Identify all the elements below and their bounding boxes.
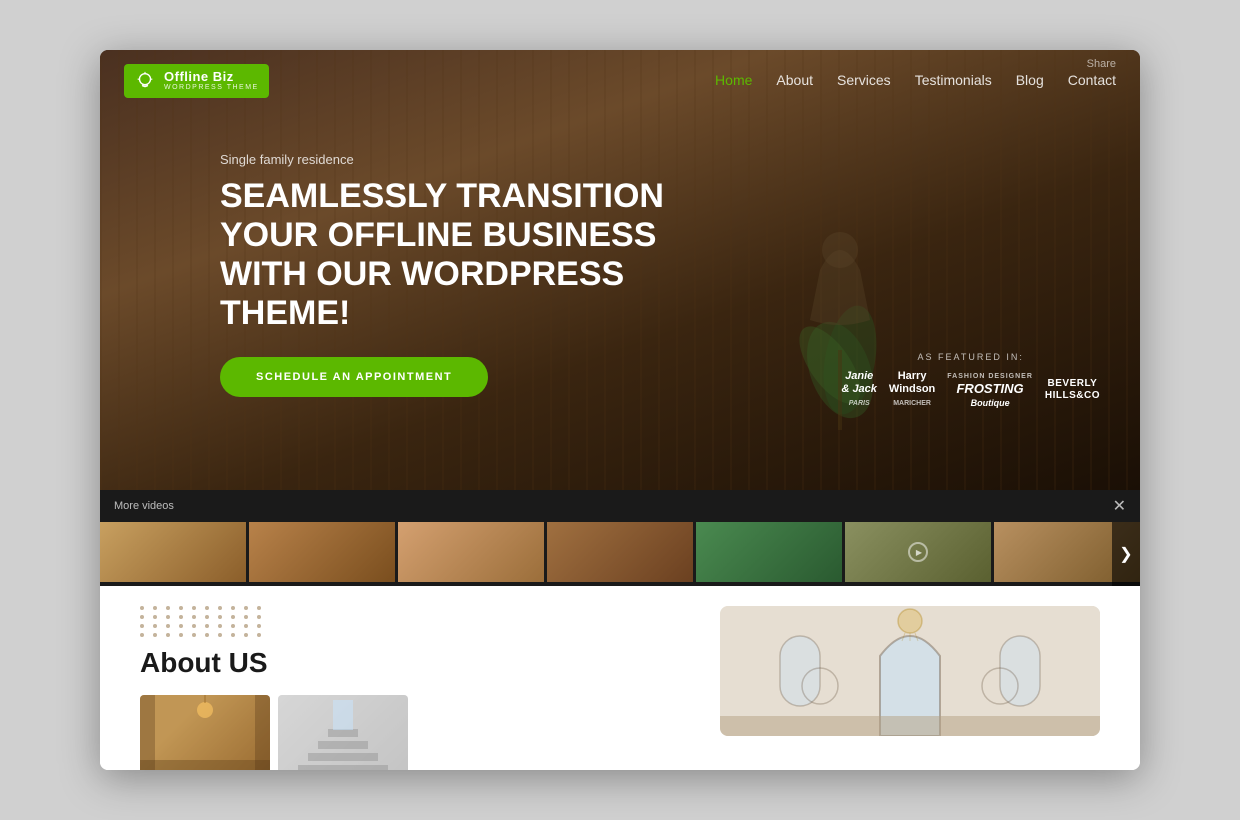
nav-item-blog[interactable]: Blog xyxy=(1016,72,1044,90)
logo-icon xyxy=(134,70,156,92)
thumbnail-3[interactable] xyxy=(398,522,544,582)
logo-text: Offline Biz WORDPRESS THEME xyxy=(164,70,259,92)
decorative-dot xyxy=(192,615,196,619)
logo-title: Offline Biz xyxy=(164,70,259,84)
about-right-image xyxy=(720,606,1100,736)
next-button[interactable]: ❯ xyxy=(1112,522,1140,586)
about-images xyxy=(140,695,680,770)
thumbnail-1[interactable] xyxy=(100,522,246,582)
about-right xyxy=(720,606,1100,770)
decorative-dot xyxy=(231,606,235,610)
decorative-dot xyxy=(205,615,209,619)
decorative-dot xyxy=(244,615,248,619)
hero-title: SEAMLESSLY TRANSITION YOUR OFFLINE BUSIN… xyxy=(220,177,680,333)
decorative-dot xyxy=(140,615,144,619)
thumbnail-4[interactable] xyxy=(547,522,693,582)
decorative-dot xyxy=(257,615,261,619)
decorative-dot xyxy=(218,606,222,610)
about-left: About US xyxy=(140,606,680,770)
decorative-dot xyxy=(166,606,170,610)
decorative-dot xyxy=(153,633,157,637)
nav-item-services[interactable]: Services xyxy=(837,72,891,90)
decorative-dot xyxy=(153,615,157,619)
decorative-dot xyxy=(166,624,170,628)
nav-links: Home About Services Testimonials Blog Co… xyxy=(715,72,1116,90)
decorative-dot xyxy=(140,624,144,628)
video-thumbnails: ▶ ❯ xyxy=(100,522,1140,586)
decorative-dot xyxy=(153,624,157,628)
decorative-dot xyxy=(192,606,196,610)
logo[interactable]: Offline Biz WORDPRESS THEME xyxy=(124,64,269,98)
decorative-dot xyxy=(192,624,196,628)
featured-section: AS FEATURED IN: Janie& JackPARIS HarryWi… xyxy=(841,352,1100,410)
brand-harry-windson: HarryWindsonMARICHER xyxy=(889,370,935,410)
decorative-dot xyxy=(244,606,248,610)
decorative-dot xyxy=(192,633,196,637)
about-image-1 xyxy=(140,695,270,770)
decorative-dot xyxy=(205,633,209,637)
about-section: About US xyxy=(100,586,1140,770)
video-strip: More videos ✕ ▶ ❯ xyxy=(100,490,1140,586)
decorative-dot xyxy=(166,615,170,619)
decorative-dot xyxy=(205,606,209,610)
thumbnail-5[interactable] xyxy=(696,522,842,582)
more-videos-label: More videos xyxy=(114,500,174,512)
video-strip-header: More videos ✕ xyxy=(100,490,1140,522)
nav-item-about[interactable]: About xyxy=(776,72,813,90)
hero-section: Offline Biz WORDPRESS THEME Home About S… xyxy=(100,50,1140,490)
brand-janie-jack: Janie& JackPARIS xyxy=(841,370,876,410)
decorative-dot xyxy=(257,633,261,637)
decorative-dot xyxy=(257,624,261,628)
about-image-2 xyxy=(278,695,408,770)
decorative-dot xyxy=(244,633,248,637)
thumbnail-2[interactable] xyxy=(249,522,395,582)
dots-pattern xyxy=(140,606,680,637)
navigation: Offline Biz WORDPRESS THEME Home About S… xyxy=(100,50,1140,112)
decorative-dot xyxy=(205,624,209,628)
decorative-dot xyxy=(179,624,183,628)
brand-frosting: FASHION DESIGNER FROSTING Boutique xyxy=(947,370,1033,410)
browser-window: Offline Biz WORDPRESS THEME Home About S… xyxy=(100,50,1140,770)
cta-button[interactable]: SCHEDULE AN APPOINTMENT xyxy=(220,357,488,397)
hero-subtitle: Single family residence xyxy=(220,152,1116,167)
decorative-dot xyxy=(231,624,235,628)
decorative-dot xyxy=(257,606,261,610)
decorative-dot xyxy=(244,624,248,628)
nav-item-testimonials[interactable]: Testimonials xyxy=(915,72,992,90)
decorative-dot xyxy=(179,606,183,610)
decorative-dot xyxy=(231,615,235,619)
about-title: About US xyxy=(140,647,680,679)
logo-subtitle: WORDPRESS THEME xyxy=(164,84,259,92)
decorative-dot xyxy=(179,633,183,637)
decorative-dot xyxy=(218,633,222,637)
featured-logos: Janie& JackPARIS HarryWindsonMARICHER FA… xyxy=(841,370,1100,410)
decorative-dot xyxy=(218,615,222,619)
decorative-dot xyxy=(218,624,222,628)
thumbnail-6[interactable]: ▶ xyxy=(845,522,991,582)
decorative-dot xyxy=(153,606,157,610)
decorative-dot xyxy=(140,606,144,610)
nav-item-contact[interactable]: Contact xyxy=(1068,72,1116,90)
close-button[interactable]: ✕ xyxy=(1113,496,1126,516)
nav-item-home[interactable]: Home xyxy=(715,72,752,90)
brand-beverly-hills: BEVERLYHILLS&CO xyxy=(1045,378,1100,402)
decorative-dot xyxy=(231,633,235,637)
decorative-dot xyxy=(179,615,183,619)
decorative-dot xyxy=(166,633,170,637)
featured-label: AS FEATURED IN: xyxy=(841,352,1100,362)
decorative-dot xyxy=(140,633,144,637)
